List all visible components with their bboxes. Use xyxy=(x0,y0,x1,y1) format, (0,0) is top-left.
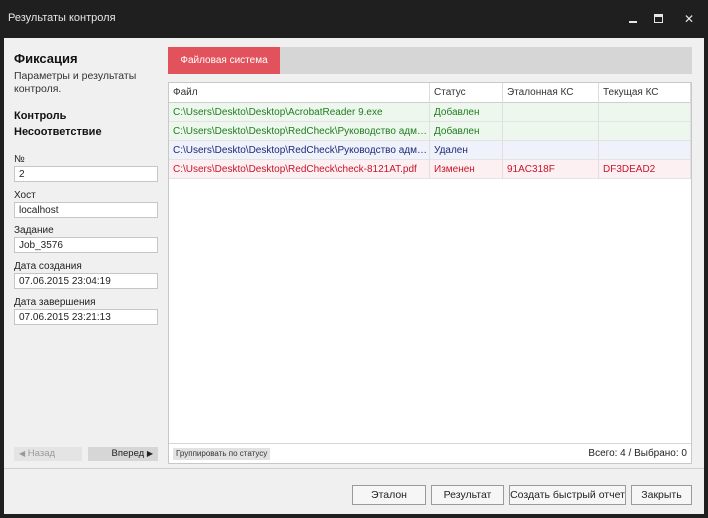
column-header-status[interactable]: Статус xyxy=(430,83,503,103)
nav-item-mismatch[interactable]: Несоответствие xyxy=(14,126,102,138)
table-footer: Группировать по статусу Всего: 4 / Выбра… xyxy=(169,443,691,463)
cell-file: C:\Users\Deskto\Desktop\RedCheck\Руковод… xyxy=(169,141,430,160)
field-label-job: Задание xyxy=(14,225,54,236)
action-bar: Эталон Результат Создать быстрый отчет З… xyxy=(4,468,704,514)
table-row[interactable]: C:\Users\Deskto\Desktop\RedCheck\Руковод… xyxy=(169,122,691,141)
column-header-file[interactable]: Файл xyxy=(169,83,430,103)
maximize-icon xyxy=(654,14,663,23)
job-field[interactable]: Job_3576 xyxy=(14,237,158,253)
selection-counter: Всего: 4 / Выбрано: 0 xyxy=(588,448,687,459)
window-title: Результаты контроля xyxy=(8,12,116,24)
quick-report-button[interactable]: Создать быстрый отчет xyxy=(509,485,626,505)
close-icon: ✕ xyxy=(683,12,695,26)
cell-reference-checksum xyxy=(503,122,599,141)
minimize-button[interactable] xyxy=(624,10,642,28)
sidebar-description: Параметры и результаты контроля. xyxy=(14,70,137,95)
next-button[interactable]: Вперед ▶ xyxy=(88,447,158,461)
cell-file: C:\Users\Deskto\Desktop\AcrobatReader 9.… xyxy=(169,103,430,122)
tab-file-system[interactable]: Файловая система xyxy=(168,47,280,74)
etalon-button[interactable]: Эталон xyxy=(352,485,426,505)
cell-reference-checksum xyxy=(503,141,599,160)
field-label-host: Хост xyxy=(14,190,36,201)
column-header-reference-checksum[interactable]: Эталонная КС xyxy=(503,83,599,103)
cell-status: Добавлен xyxy=(430,122,503,141)
close-button[interactable]: Закрыть xyxy=(631,485,692,505)
field-label-created: Дата создания xyxy=(14,261,82,272)
cell-status: Изменен xyxy=(430,160,503,179)
title-bar: Результаты контроля ✕ xyxy=(0,0,708,38)
cell-current-checksum xyxy=(599,141,691,160)
group-by-status-button[interactable]: Группировать по статусу xyxy=(173,448,271,460)
created-date-field[interactable]: 07.06.2015 23:04:19 xyxy=(14,273,158,289)
close-window-button[interactable]: ✕ xyxy=(680,10,698,28)
cell-file: C:\Users\Deskto\Desktop\RedCheck\Руковод… xyxy=(169,122,430,141)
host-field[interactable]: localhost xyxy=(14,202,158,218)
cell-file: C:\Users\Deskto\Desktop\RedCheck\check-8… xyxy=(169,160,430,179)
table-row[interactable]: C:\Users\Deskto\Desktop\RedCheck\check-8… xyxy=(169,160,691,179)
table-row[interactable]: C:\Users\Deskto\Desktop\RedCheck\Руковод… xyxy=(169,141,691,160)
dialog-body: Фиксация Параметры и результаты контроля… xyxy=(4,38,704,514)
tab-strip: Файловая система xyxy=(168,47,692,74)
cell-reference-checksum: 91AC318F xyxy=(503,160,599,179)
table-header: Файл Статус Эталонная КС Текущая КС xyxy=(169,83,691,103)
field-label-number: № xyxy=(14,154,25,165)
minimize-icon xyxy=(629,21,637,23)
cell-status: Добавлен xyxy=(430,103,503,122)
sidebar: Фиксация Параметры и результаты контроля… xyxy=(4,38,164,468)
main-content: Файловая система Файл Статус Эталонная К… xyxy=(168,38,704,468)
cell-reference-checksum xyxy=(503,103,599,122)
table-row[interactable]: C:\Users\Deskto\Desktop\AcrobatReader 9.… xyxy=(169,103,691,122)
arrow-right-icon: ▶ xyxy=(146,449,153,458)
prev-button[interactable]: ◀ Назад xyxy=(14,447,82,461)
cell-current-checksum xyxy=(599,122,691,141)
number-field[interactable]: 2 xyxy=(14,166,158,182)
results-table: Файл Статус Эталонная КС Текущая КС C:\U… xyxy=(168,82,692,464)
sidebar-heading: Фиксация xyxy=(14,51,78,66)
result-button[interactable]: Результат xyxy=(431,485,504,505)
cell-status: Удален xyxy=(430,141,503,160)
next-button-label: Вперед xyxy=(111,448,145,459)
cell-current-checksum: DF3DEAD2 xyxy=(599,160,691,179)
field-label-finished: Дата завершения xyxy=(14,297,96,308)
prev-button-label: Назад xyxy=(27,448,56,459)
column-header-current-checksum[interactable]: Текущая КС xyxy=(599,83,691,103)
cell-current-checksum xyxy=(599,103,691,122)
maximize-button[interactable] xyxy=(650,10,668,28)
finished-date-field[interactable]: 07.06.2015 23:21:13 xyxy=(14,309,158,325)
arrow-left-icon: ◀ xyxy=(19,449,26,458)
nav-item-control[interactable]: Контроль xyxy=(14,110,66,122)
